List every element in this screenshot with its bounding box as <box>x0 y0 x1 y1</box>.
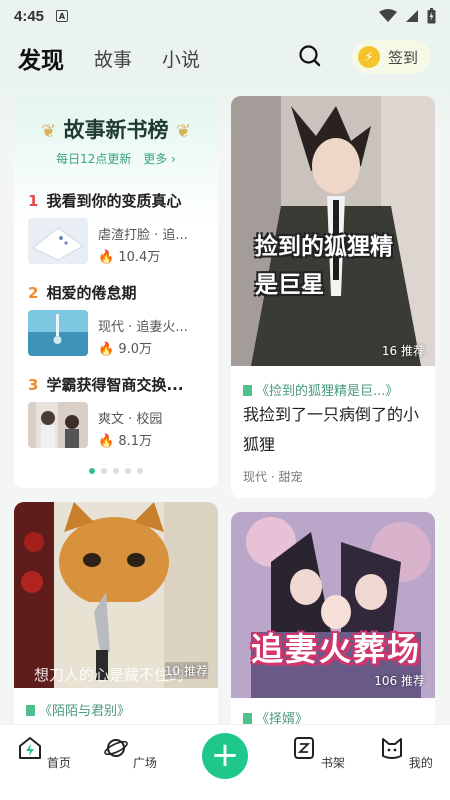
carousel-dot[interactable] <box>137 468 143 474</box>
rank-hot-value: 8.1万 <box>118 434 153 449</box>
ranking-item[interactable]: 3 学霸获得智商交换... 爽文 · 校园 🔥 8.1万 <box>28 374 208 449</box>
status-bar: 4:45 A <box>0 0 450 32</box>
ranking-title-text: 故事新书榜 <box>63 118 169 142</box>
status-icons <box>379 8 436 24</box>
rank-hot: 🔥 9.0万 <box>98 338 152 357</box>
create-button[interactable]: + <box>202 733 248 779</box>
rank-hot-value: 10.4万 <box>118 250 161 265</box>
ranking-item-title: 3 学霸获得智商交换... <box>28 374 208 395</box>
rank-title: 我看到你的变质真心 <box>46 192 182 210</box>
signin-label: 签到 <box>388 48 419 67</box>
carousel-dot[interactable] <box>125 468 131 474</box>
search-icon[interactable] <box>298 44 322 68</box>
bottom-tab-bar: 首页 广场 + 书架 我的 <box>0 724 450 800</box>
book-card[interactable]: 追妻火葬场 106 推荐 《择婿》 <box>231 512 435 734</box>
rank-number: 3 <box>28 376 39 394</box>
ranking-item[interactable]: 1 我看到你的变质真心 虐渣打脸 · 追... 🔥 10.4万 <box>28 190 208 265</box>
book-title: 我捡到了一只病倒了的小狐狸 <box>243 405 420 454</box>
tab-mine[interactable]: 我的 <box>376 735 436 771</box>
recommend-badge: 106 推荐 <box>374 674 425 688</box>
ranking-item[interactable]: 2 相爱的倦怠期 现代 · 追妻火... 🔥 9.0万 <box>28 282 208 357</box>
book-icon <box>243 713 252 724</box>
book-cover <box>28 402 88 448</box>
tab-plaza-label: 广场 <box>132 756 157 770</box>
tab-novel[interactable]: 小说 <box>162 45 200 72</box>
tab-plaza[interactable]: 广场 <box>100 735 160 771</box>
series-line: 《捡到的狐狸精是巨...》 <box>243 380 398 399</box>
book-cover <box>28 310 88 356</box>
carousel-dot[interactable] <box>89 468 95 474</box>
bookshelf-icon <box>294 737 315 759</box>
tab-discover[interactable]: 发现 <box>18 41 64 77</box>
book-cover-image <box>231 512 435 698</box>
tab-discover-label: 发现 <box>18 48 64 74</box>
rank-number: 1 <box>28 192 39 210</box>
cover-title-text: 追妻火葬场 <box>251 630 422 668</box>
book-card[interactable]: 想刀人的心是藏不住的 10 推荐 《陌陌与君别》 <box>14 502 218 734</box>
rank-hot: 🔥 10.4万 <box>98 246 160 265</box>
carousel-dots <box>14 468 218 474</box>
rank-title: 学霸获得智商交换... <box>46 376 184 394</box>
signal-icon <box>406 10 418 22</box>
feed: ❦ 故事新书榜 ❦ 每日12点更新 更多 › 1 我看到你的变质真心 虐渣打脸 ·… <box>0 84 450 734</box>
rank-tags: 爽文 · 校园 <box>98 412 163 427</box>
tab-story[interactable]: 故事 <box>94 45 132 72</box>
top-nav: 发现 故事 小说 ⚡ 签到 <box>0 32 450 84</box>
lightning-icon: ⚡ <box>358 46 380 68</box>
series-name: 《陌陌与君别》 <box>39 704 131 719</box>
book-card[interactable]: 捡到的狐狸精是巨星 16 推荐 《捡到的狐狸精是巨...》 我捡到了一只病倒了的… <box>231 96 435 498</box>
cover-title-text: 捡到的狐狸精是巨星 <box>255 234 393 298</box>
carousel-dot[interactable] <box>113 468 119 474</box>
ranking-more-link[interactable]: 更多 › <box>143 152 176 166</box>
tab-bookshelf-label: 书架 <box>320 756 345 770</box>
fire-icon: 🔥 <box>98 342 115 357</box>
ranking-update-text: 每日12点更新 <box>56 152 132 166</box>
book-cover <box>28 218 88 264</box>
status-time: 4:45 <box>14 7 45 25</box>
ranking-subtitle: 每日12点更新 更多 › <box>14 150 218 167</box>
tab-home-label: 首页 <box>46 756 71 770</box>
rank-number: 2 <box>28 284 39 302</box>
book-icon <box>26 705 35 716</box>
planet-icon <box>104 739 128 757</box>
carousel-dot[interactable] <box>101 468 107 474</box>
battery-icon <box>427 8 436 24</box>
tab-mine-label: 我的 <box>408 756 433 770</box>
series-name: 《捡到的狐狸精是巨...》 <box>256 384 399 399</box>
rank-hot-value: 9.0万 <box>118 342 153 357</box>
rank-hot: 🔥 8.1万 <box>98 430 152 449</box>
home-lightning-icon <box>19 737 42 759</box>
laurel-right-icon: ❦ <box>175 121 191 142</box>
book-tags: 现代 · 甜宠 <box>243 470 303 484</box>
tab-home[interactable]: 首页 <box>14 735 74 771</box>
recommend-badge: 16 推荐 <box>381 344 425 358</box>
laurel-left-icon: ❦ <box>41 121 57 142</box>
tab-bookshelf[interactable]: 书架 <box>288 735 348 771</box>
rank-tags: 虐渣打脸 · 追... <box>98 228 188 243</box>
ranking-title: ❦ 故事新书榜 ❦ <box>14 114 218 144</box>
recommend-badge: 10 推荐 <box>164 662 208 679</box>
cat-face-icon <box>382 738 403 759</box>
book-cover-image <box>14 502 218 688</box>
book-icon <box>243 385 252 396</box>
rank-tags: 现代 · 追妻火... <box>98 320 188 335</box>
ranking-item-title: 1 我看到你的变质真心 <box>28 190 208 211</box>
ranking-item-title: 2 相爱的倦怠期 <box>28 282 208 303</box>
signin-button[interactable]: ⚡ 签到 <box>352 40 430 74</box>
fire-icon: 🔥 <box>98 434 115 449</box>
notification-a-icon: A <box>56 10 69 22</box>
fire-icon: 🔥 <box>98 250 115 265</box>
new-book-ranking-card[interactable]: ❦ 故事新书榜 ❦ 每日12点更新 更多 › 1 我看到你的变质真心 虐渣打脸 ·… <box>14 96 218 488</box>
cover-caption-text: 想刀人的心是藏不住的 <box>34 666 185 684</box>
wifi-icon <box>379 9 397 22</box>
rank-title: 相爱的倦怠期 <box>46 284 137 302</box>
series-line: 《陌陌与君别》 <box>26 700 130 719</box>
